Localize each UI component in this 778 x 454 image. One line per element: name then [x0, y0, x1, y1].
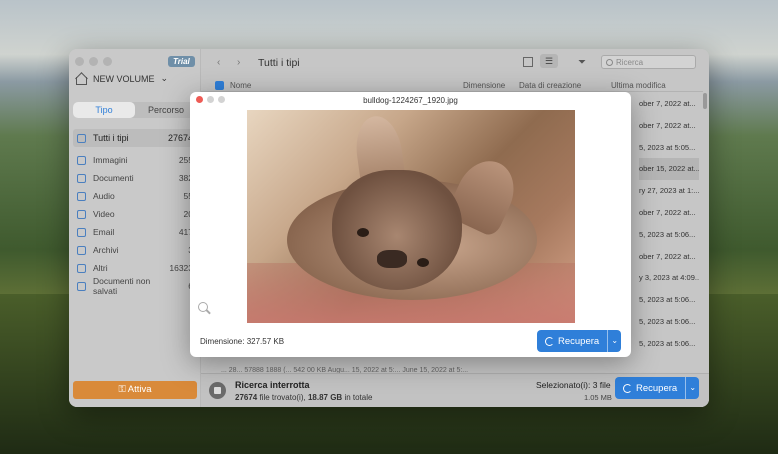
table-row[interactable]: 5, 2023 at 5:06... [639, 289, 699, 311]
page-title: Tutti i tipi [258, 57, 300, 69]
table-row[interactable]: 5, 2023 at 5:06... [639, 333, 699, 355]
selected-count: Selezionato(i): 3 file [536, 380, 611, 390]
category-email[interactable]: Email 417 [73, 223, 197, 241]
category-unsaved[interactable]: Documenti non salvati6 [73, 276, 197, 296]
stop-icon[interactable] [209, 382, 226, 399]
category-documents[interactable]: Documenti 382 [73, 169, 197, 187]
table-row[interactable]: ry 27, 2023 at 1:... [639, 180, 699, 202]
column-created[interactable]: Data di creazione [519, 81, 581, 90]
table-row[interactable]: ober 7, 2022 at... [639, 93, 699, 115]
select-all-checkbox[interactable] [215, 81, 224, 90]
back-icon[interactable]: ‹ [217, 57, 220, 68]
status-bar: Ricerca interrotta 27674 file trovato(i)… [201, 373, 709, 407]
table-row[interactable]: 5, 2023 at 5:06... [639, 224, 699, 246]
filter-icon[interactable]: ⏷ [578, 57, 586, 68]
audio-icon [77, 191, 86, 201]
modified-column-values: ober 7, 2022 at... ober 7, 2022 at... 5,… [639, 93, 699, 355]
window-controls[interactable] [75, 57, 112, 66]
category-list: Tutti i tipi 27674 Immagini 255 Documenti 3… [73, 129, 197, 296]
category-archives[interactable]: Archivi3 [73, 241, 197, 259]
category-images[interactable]: Immagini 255 [73, 151, 197, 169]
forward-icon[interactable]: › [237, 57, 240, 68]
view-mode-segment: Tipo Percorso [73, 102, 197, 118]
table-row[interactable]: 5, 2023 at 5:05... [639, 137, 699, 159]
toolbar: ‹ › Tutti i tipi ☰ ⏷ Ricerca [201, 49, 709, 77]
selected-size: 1.05 MB [584, 393, 612, 402]
video-icon [77, 209, 86, 219]
document-icon [77, 173, 86, 183]
recover-button[interactable]: Recupera ⌄ [615, 377, 700, 399]
tab-percorso[interactable]: Percorso [135, 102, 197, 118]
chevron-down-icon: ⌄ [160, 73, 169, 83]
search-input[interactable]: Ricerca [601, 55, 696, 69]
zoom-icon[interactable] [198, 302, 208, 312]
volume-name: NEW VOLUME [93, 73, 155, 84]
image-icon [77, 155, 86, 165]
dialog-title: bulldog-1224267_1920.jpg [363, 96, 458, 105]
reload-icon [623, 383, 632, 393]
archive-icon [77, 245, 86, 255]
table-row[interactable]: ober 15, 2022 at... [639, 158, 699, 181]
category-all[interactable]: Tutti i tipi 27674 [73, 129, 197, 147]
category-video[interactable]: Video 20 [73, 205, 197, 223]
preview-dialog: bulldog-1224267_1920.jpg Dimensione: 327… [190, 92, 631, 357]
volume-selector[interactable]: NEW VOLUME ⌄ [75, 73, 169, 85]
table-row[interactable]: y 3, 2023 at 4:09... [639, 267, 699, 289]
file-size: Dimensione: 327.57 KB [200, 337, 285, 346]
table-header: Nome Dimensione Data di creazione Ultima… [201, 80, 703, 92]
sidebar: Trial NEW VOLUME ⌄ Tipo Percorso Tutti i… [69, 49, 201, 407]
all-types-icon [77, 133, 86, 143]
list-view-icon[interactable]: ☰ [540, 54, 558, 68]
other-files-icon [77, 263, 86, 273]
status-summary: 27674 file trovato(i), 18.87 GB in total… [235, 393, 373, 402]
chevron-down-icon[interactable]: ⌄ [685, 377, 699, 399]
key-icon: ⚿ [118, 384, 128, 395]
category-audio[interactable]: Audio 55 [73, 187, 197, 205]
tab-tipo[interactable]: Tipo [73, 102, 135, 118]
trial-badge: Trial [168, 56, 195, 67]
column-name[interactable]: Nome [230, 81, 251, 90]
scrollbar[interactable] [703, 93, 707, 109]
chevron-down-icon[interactable]: ⌄ [607, 330, 621, 352]
status-title: Ricerca interrotta [235, 380, 310, 390]
table-row[interactable]: ober 7, 2022 at... [639, 115, 699, 137]
table-row[interactable]: ober 7, 2022 at... [639, 202, 699, 224]
table-row[interactable]: 5, 2023 at 5:06... [639, 311, 699, 333]
unsaved-doc-icon [77, 281, 86, 291]
reload-icon [545, 336, 554, 346]
preview-recover-button[interactable]: Recupera ⌄ [537, 330, 622, 352]
activate-button[interactable]: ⚿ Attiva [73, 381, 197, 399]
preview-image [247, 110, 575, 323]
category-others[interactable]: Altri 16323 [73, 259, 197, 277]
column-modified[interactable]: Ultima modifica [611, 81, 666, 90]
table-row[interactable]: ober 7, 2022 at... [639, 246, 699, 268]
email-icon [77, 227, 86, 237]
column-size[interactable]: Dimensione [463, 81, 505, 90]
grid-view-icon[interactable] [523, 57, 533, 67]
home-icon [75, 73, 87, 85]
